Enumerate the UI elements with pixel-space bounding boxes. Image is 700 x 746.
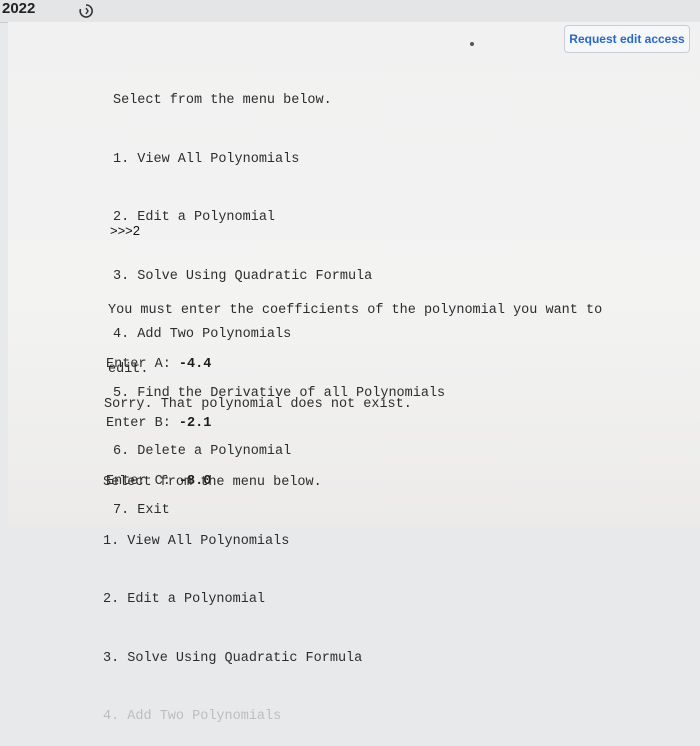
menu-block-2: Select from the menu below. 1. View All … <box>103 434 362 746</box>
menu-item: 2. Edit a Polynomial <box>113 210 276 225</box>
menu-item: 1. View All Polynomials <box>103 533 290 549</box>
menu-item: 2. Edit a Polynomial <box>103 592 266 607</box>
entry-label: Enter B: <box>106 415 179 431</box>
menu-title: Select from the menu below. <box>113 93 332 108</box>
refresh-icon[interactable] <box>78 3 94 19</box>
menu-item: 3. Solve Using Quadratic Formula <box>103 650 363 666</box>
user-input-prompt: >>>2 <box>110 223 141 238</box>
browser-top-bar: 2022 <box>0 0 700 23</box>
menu-title: Select from the menu below. <box>103 475 322 490</box>
entry-value: -2.1 <box>178 415 212 431</box>
cursor-dot <box>470 42 474 46</box>
entry-row-a: Enter A: -4.4 <box>106 355 211 375</box>
error-message: Sorry. That polynomial does not exist. <box>104 397 412 412</box>
entry-row-b: Enter B: -2.1 <box>106 414 211 434</box>
year-label: 2022 <box>2 0 36 17</box>
menu-item: 4. Add Two Polynomials <box>103 709 282 724</box>
request-edit-access-button[interactable]: Request edit access <box>564 25 690 53</box>
entry-value: -4.4 <box>178 357 212 372</box>
menu-item: 1. View All Polynomials <box>113 151 300 167</box>
entry-label: Enter A: <box>106 357 179 372</box>
